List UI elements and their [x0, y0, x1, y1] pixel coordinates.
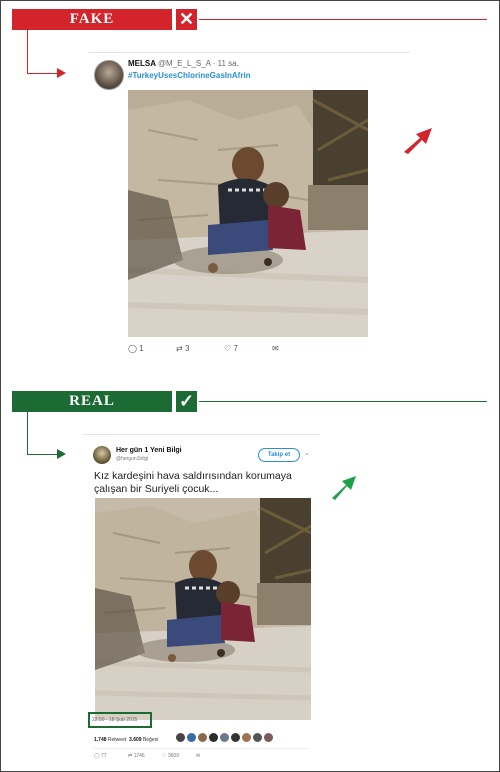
tweet-photo[interactable] [128, 90, 368, 337]
liker-avatars [176, 733, 276, 743]
photo-image [128, 90, 368, 337]
tweet-stats: 1.748 Retweet 3.609 Beğeni [94, 737, 159, 743]
reply-icon: ◯ [128, 344, 137, 353]
likes-count: 3.609 [129, 737, 142, 743]
author-name[interactable]: Her gün 1 Yeni Bilgi [116, 447, 182, 454]
retweets-count: 1.748 [94, 737, 107, 743]
real-label: REAL [12, 391, 172, 412]
fake-divider [199, 19, 487, 20]
avatar[interactable] [220, 733, 229, 742]
like-count: 7 [233, 344, 238, 353]
message-button[interactable]: ✉ [272, 344, 279, 353]
tweet-timestamp[interactable]: 22:50 - 18 Şub 2015 [92, 717, 137, 723]
avatar[interactable] [187, 733, 196, 742]
photo-image [95, 498, 311, 720]
real-divider [199, 401, 487, 402]
fake-connector [27, 30, 28, 73]
fake-connector [27, 73, 57, 74]
close-icon: ✕ [176, 9, 197, 30]
retweet-button[interactable]: ⇄ 1746 [128, 753, 145, 759]
avatar[interactable] [198, 733, 207, 742]
reply-count: 1 [139, 344, 144, 353]
retweet-icon: ⇄ [128, 753, 133, 759]
author-handle: @hergun1bilgi [116, 456, 149, 462]
divider [82, 434, 320, 435]
real-connector [27, 454, 57, 455]
avatar[interactable] [176, 733, 185, 742]
tweet-photo[interactable] [95, 498, 311, 720]
fake-tweet: MELSA @M_E_L_S_A · 11 sa. #TurkeyUsesChl… [88, 52, 410, 366]
reply-icon: ◯ [94, 753, 100, 759]
tweet-text: Kız kardeşini hava saldırısından korumay… [94, 470, 292, 495]
hashtag-link[interactable]: #TurkeyUsesChlorineGasInAfrin [128, 71, 251, 80]
retweet-count: 3 [184, 344, 190, 353]
avatar[interactable] [264, 733, 273, 742]
like-count: 3609 [167, 753, 179, 759]
avatar[interactable] [253, 733, 262, 742]
avatar[interactable] [209, 733, 218, 742]
avatar[interactable] [242, 733, 251, 742]
like-icon: ♡ [224, 344, 232, 353]
retweets-label: Retweet [107, 737, 127, 743]
reply-button[interactable]: ◯ 1 [128, 344, 144, 353]
fake-label: FAKE [12, 9, 172, 30]
chevron-down-icon[interactable]: ⌄ [304, 449, 310, 457]
divider [88, 52, 410, 53]
avatar[interactable] [231, 733, 240, 742]
message-icon: ✉ [196, 753, 201, 759]
avatar[interactable] [93, 446, 111, 464]
retweet-count: 1746 [133, 753, 145, 759]
retweet-icon: ⇄ [176, 344, 183, 353]
arrow-pointer-icon [57, 68, 66, 78]
tweet-author[interactable]: MELSA @M_E_L_S_A · 11 sa. [128, 59, 239, 68]
reply-count: 77 [101, 753, 107, 759]
retweet-button[interactable]: ⇄ 3 [176, 344, 189, 353]
check-icon: ✓ [176, 391, 197, 412]
follow-button[interactable]: Takip et [258, 448, 300, 462]
tweet-actions: ◯ 1 ⇄ 3 ♡ 7 ✉ [128, 344, 368, 358]
arrow-pointer-icon [404, 128, 432, 154]
avatar[interactable] [94, 60, 124, 90]
arrow-pointer-icon [57, 449, 66, 459]
author-handle: @M_E_L_S_A · 11 sa. [157, 59, 239, 68]
arrow-pointer-icon [332, 476, 356, 500]
real-tweet: Her gün 1 Yeni Bilgi @hergun1bilgi Takip… [82, 434, 320, 770]
likes-label: Beğeni [142, 737, 159, 743]
message-button[interactable]: ✉ [196, 753, 200, 759]
message-icon: ✉ [272, 344, 279, 353]
divider [94, 748, 309, 749]
author-name: MELSA [128, 59, 156, 68]
real-connector [27, 412, 28, 454]
like-icon: ♡ [162, 753, 167, 759]
like-button[interactable]: ♡ 7 [224, 344, 238, 353]
reply-button[interactable]: ◯ 77 [94, 753, 107, 759]
like-button[interactable]: ♡ 3609 [162, 753, 179, 759]
